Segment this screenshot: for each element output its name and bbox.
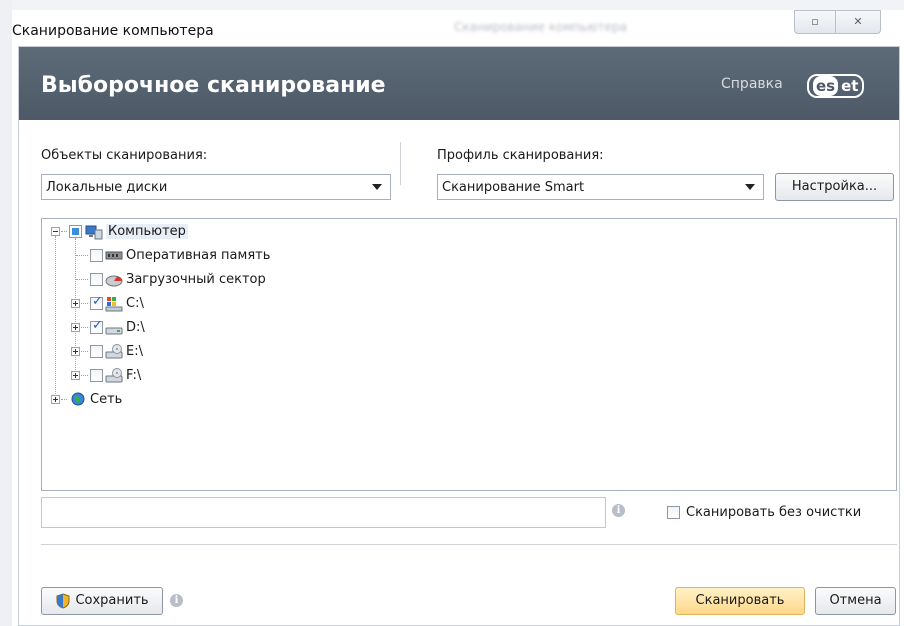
tree-item-label: C:\ xyxy=(126,296,144,311)
tree-network-label: Сеть xyxy=(90,392,123,407)
boot-sector-icon xyxy=(105,275,123,287)
chevron-down-icon xyxy=(745,184,755,190)
drive-f-checkbox[interactable] xyxy=(90,369,103,382)
page-title: Выборочное сканирование xyxy=(41,73,386,98)
expand-toggle[interactable] xyxy=(71,371,80,380)
tree-item-label: Загрузочный сектор xyxy=(126,272,266,287)
profile-dropdown[interactable]: Сканирование Smart xyxy=(437,174,764,200)
close-button[interactable]: ✕ xyxy=(835,10,881,34)
drive-e-checkbox[interactable] xyxy=(90,345,103,358)
background-window-top xyxy=(12,0,904,10)
close-icon: ✕ xyxy=(853,15,863,28)
boot-sector-checkbox[interactable] xyxy=(90,273,103,286)
background-title-ghost: Сканирование компьютера xyxy=(454,20,627,34)
tree-line xyxy=(81,303,88,304)
shield-icon xyxy=(56,593,70,609)
tree-line xyxy=(76,255,88,256)
info-icon: i xyxy=(170,594,183,607)
drive-d-checkbox[interactable] xyxy=(90,318,103,334)
memory-icon xyxy=(105,251,123,260)
targets-dropdown[interactable]: Локальные диски xyxy=(41,174,391,200)
chevron-down-icon xyxy=(372,184,382,190)
info-icon: i xyxy=(612,504,625,517)
cancel-button[interactable]: Отмена xyxy=(815,587,896,615)
horizontal-divider xyxy=(41,544,897,545)
tree-line xyxy=(55,236,56,396)
targets-selected: Локальные диски xyxy=(46,180,168,195)
hard-drive-icon xyxy=(105,327,123,335)
scan-button[interactable]: Сканировать xyxy=(675,587,805,615)
eset-logo: es et xyxy=(807,74,865,98)
cd-drive-icon xyxy=(105,368,123,383)
tree-line xyxy=(81,375,88,376)
computer-icon xyxy=(85,225,103,240)
tree-root-label: Компьютер xyxy=(106,224,188,239)
cd-drive-icon xyxy=(105,344,123,359)
scan-no-clean-checkbox[interactable] xyxy=(667,506,680,519)
scan-dialog: Сканирование компьютера Сканирование ком… xyxy=(12,10,904,626)
restore-button[interactable]: ▫ xyxy=(794,10,836,34)
network-icon xyxy=(71,392,85,406)
tree-item-label: D:\ xyxy=(126,320,145,335)
profile-selected: Сканирование Smart xyxy=(442,180,585,195)
profile-label: Профиль сканирования: xyxy=(437,148,604,163)
expand-toggle[interactable] xyxy=(71,323,80,332)
dialog-body: Выборочное сканирование Справка es et Объ… xyxy=(18,46,900,626)
targets-label: Объекты сканирования: xyxy=(41,148,208,163)
system-drive-icon xyxy=(105,297,123,312)
tree-item-label: Оперативная память xyxy=(126,248,271,263)
tree-line xyxy=(76,279,88,280)
setup-button[interactable]: Настройка... xyxy=(775,173,894,201)
scan-no-clean-label[interactable]: Сканировать без очистки xyxy=(686,505,861,520)
help-link[interactable]: Справка xyxy=(721,76,783,92)
path-input[interactable] xyxy=(41,497,606,528)
tree-item-label: E:\ xyxy=(126,344,143,359)
memory-checkbox[interactable] xyxy=(90,249,103,262)
header-banner: Выборочное сканирование Справка es et xyxy=(19,47,899,120)
save-button[interactable]: Сохранить xyxy=(41,587,163,615)
collapse-toggle[interactable] xyxy=(51,227,60,236)
tree-item-label: F:\ xyxy=(126,368,142,383)
tree-line xyxy=(61,231,67,232)
window-title: Сканирование компьютера xyxy=(12,23,214,39)
drive-c-checkbox[interactable] xyxy=(90,294,103,310)
tree-line xyxy=(81,351,88,352)
save-label: Сохранить xyxy=(75,593,149,608)
tree-line xyxy=(61,399,67,400)
root-checkbox[interactable] xyxy=(69,225,82,238)
title-bar: Сканирование компьютера Сканирование ком… xyxy=(12,10,904,46)
expand-toggle[interactable] xyxy=(51,395,60,404)
tree-line xyxy=(81,327,88,328)
expand-toggle[interactable] xyxy=(71,347,80,356)
vertical-divider xyxy=(400,142,401,185)
expand-toggle[interactable] xyxy=(71,299,80,308)
restore-icon: ▫ xyxy=(811,15,819,28)
scan-target-tree[interactable]: Компьютер Оперативная память Загрузочный… xyxy=(41,218,897,491)
